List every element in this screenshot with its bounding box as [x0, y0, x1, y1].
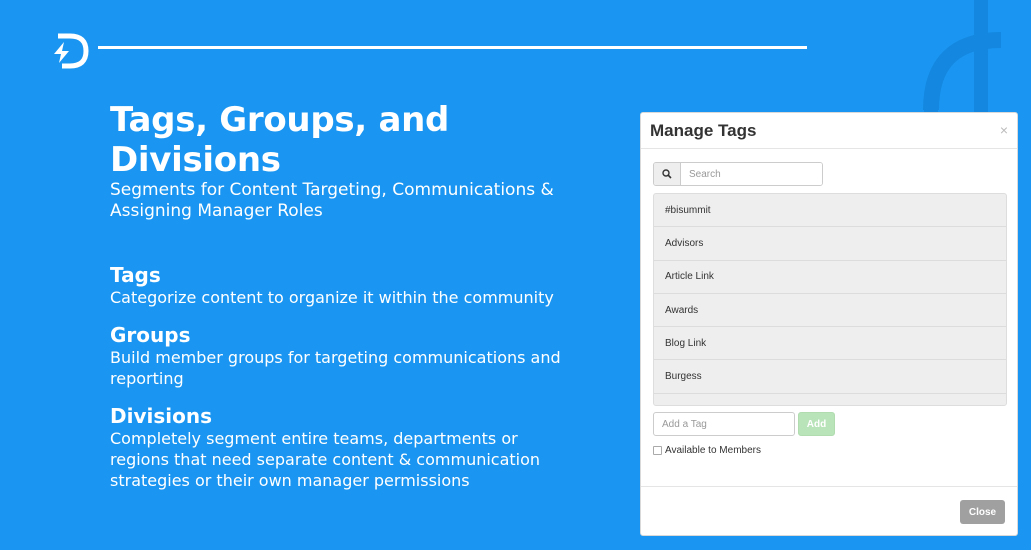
slide-subtitle-line2: Assigning Manager Roles: [110, 201, 323, 221]
search-icon[interactable]: [654, 163, 681, 185]
slide-title: Tags, Groups, and Divisions: [110, 100, 450, 180]
section-groups: Groups Build member groups for targeting…: [110, 323, 580, 389]
tag-list-item[interactable]: Awards: [654, 294, 1006, 328]
search-input[interactable]: [681, 163, 822, 185]
section-text: strategies or their own manager permissi…: [110, 471, 470, 490]
logo-icon: [54, 33, 89, 69]
close-button[interactable]: Close: [960, 500, 1005, 524]
tag-list-item[interactable]: Blog Link: [654, 327, 1006, 361]
tag-list-item[interactable]: Article Link: [654, 261, 1006, 294]
section-heading: Tags: [110, 263, 161, 287]
search-box: [653, 162, 823, 186]
modal-title: Manage Tags: [650, 121, 757, 140]
modal-footer: Close: [641, 486, 1017, 536]
close-icon[interactable]: ×: [1000, 122, 1008, 138]
section-heading: Divisions: [110, 404, 212, 428]
section-text: regions that need separate content & com…: [110, 450, 541, 469]
tag-list-item[interactable]: #bisummit: [654, 194, 1006, 228]
available-to-members: Available to Members: [653, 445, 761, 456]
add-tag-row: Add: [653, 412, 835, 436]
section-heading: Groups: [110, 323, 191, 347]
header-divider: [98, 46, 807, 49]
tag-list-item[interactable]: Burgess: [654, 360, 1006, 394]
modal-header: Manage Tags ×: [641, 113, 1017, 149]
available-label: Available to Members: [665, 445, 761, 456]
section-text: reporting: [110, 369, 184, 388]
section-text: Build member groups for targeting commun…: [110, 348, 561, 367]
add-tag-input[interactable]: [653, 412, 795, 436]
manage-tags-modal: Manage Tags × #bisummit Advisors Article…: [640, 112, 1018, 536]
tag-list-item[interactable]: Advisors: [654, 227, 1006, 261]
section-tags: Tags Categorize content to organize it w…: [110, 263, 580, 308]
add-tag-button[interactable]: Add: [798, 412, 835, 436]
section-text: Categorize content to organize it within…: [110, 288, 554, 307]
section-text: Completely segment entire teams, departm…: [110, 429, 518, 448]
tag-list[interactable]: #bisummit Advisors Article Link Awards B…: [653, 193, 1007, 406]
slide-subtitle-line1: Segments for Content Targeting, Communic…: [110, 180, 554, 200]
section-divisions: Divisions Completely segment entire team…: [110, 404, 580, 491]
available-checkbox[interactable]: [653, 446, 662, 455]
slide-content: Tags, Groups, and Divisions Segments for…: [110, 100, 580, 491]
